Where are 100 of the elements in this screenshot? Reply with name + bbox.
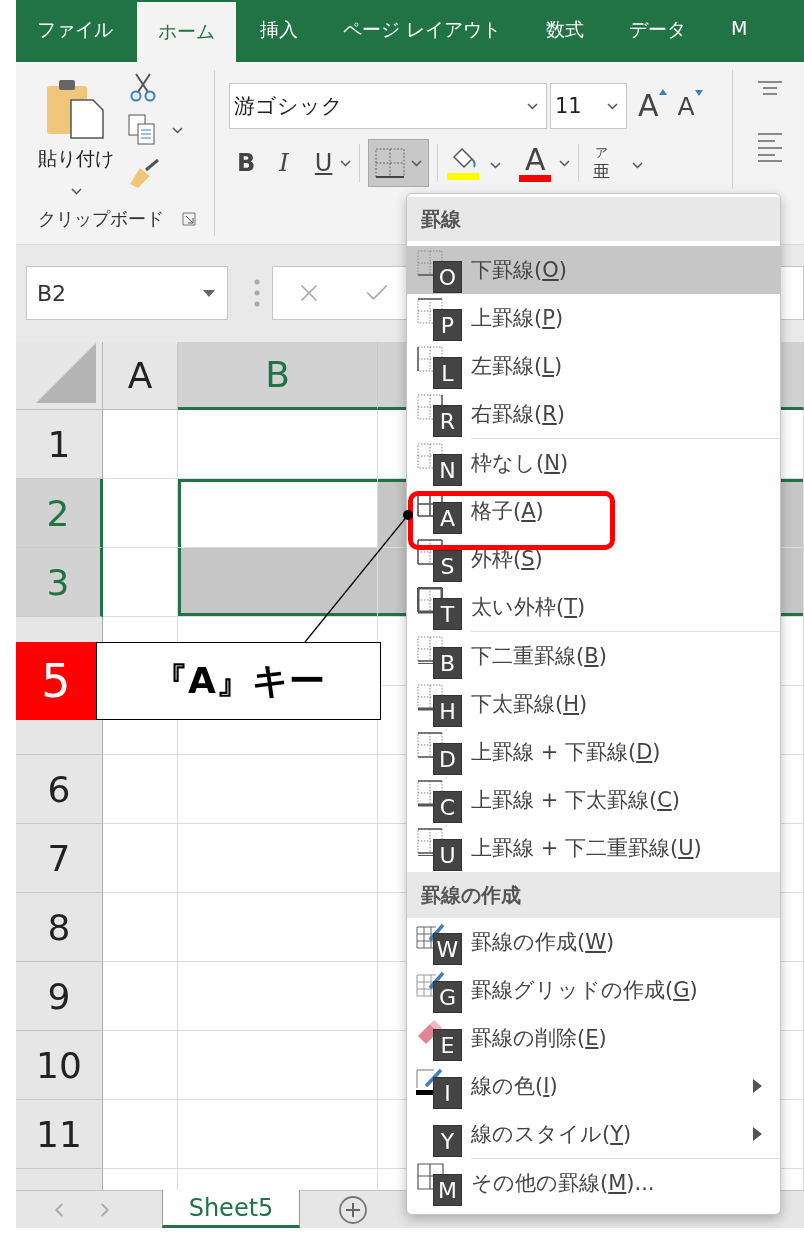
menu-item[interactable]: S 外枠(S) bbox=[407, 535, 780, 583]
menu-item[interactable]: N 枠なし(N) bbox=[407, 439, 780, 487]
menu-item[interactable]: E 罫線の削除(E) bbox=[407, 1014, 780, 1062]
grid-cell[interactable] bbox=[178, 755, 378, 824]
underline-button[interactable]: U bbox=[306, 151, 341, 175]
grid-cell[interactable] bbox=[103, 893, 178, 962]
font-color-button[interactable]: A bbox=[511, 144, 560, 182]
ribbon-tab[interactable]: データ bbox=[608, 0, 708, 62]
caret-icon[interactable] bbox=[70, 188, 82, 195]
keytip: I bbox=[433, 1077, 462, 1109]
grid-cell[interactable] bbox=[178, 893, 378, 962]
ribbon-tab[interactable]: ホーム bbox=[137, 2, 236, 62]
caret-icon[interactable] bbox=[490, 161, 502, 169]
ribbon-tab[interactable]: 数式 bbox=[525, 0, 606, 62]
menu-item[interactable]: C 上罫線 + 下太罫線(C) bbox=[407, 776, 780, 824]
ribbon-tab[interactable]: M bbox=[710, 0, 769, 62]
row-header[interactable]: 7 bbox=[16, 824, 103, 893]
keytip: D bbox=[433, 743, 462, 775]
name-box[interactable]: B2 bbox=[26, 266, 228, 320]
dialog-launcher-icon[interactable] bbox=[182, 212, 196, 226]
grid-cell[interactable] bbox=[178, 548, 378, 617]
row-header[interactable]: 1 bbox=[16, 410, 103, 479]
add-sheet-icon[interactable] bbox=[338, 1194, 368, 1225]
keytip: M bbox=[433, 1174, 462, 1206]
grid-cell[interactable] bbox=[103, 824, 178, 893]
caret-icon[interactable] bbox=[632, 161, 644, 169]
ribbon-tab[interactable]: ファイル bbox=[16, 0, 134, 62]
menu-item[interactable]: O 下罫線(O) bbox=[407, 246, 780, 294]
menu-item[interactable]: D 上罫線 + 下罫線(D) bbox=[407, 728, 780, 776]
grid-cell[interactable] bbox=[103, 548, 178, 617]
font-name-field[interactable]: 游ゴシック bbox=[229, 83, 547, 129]
phonetic-button[interactable]: ア 亜 bbox=[593, 145, 611, 181]
grid-cell[interactable] bbox=[103, 962, 178, 1031]
italic-button[interactable]: I bbox=[271, 151, 297, 175]
grid-cell[interactable] bbox=[103, 1100, 178, 1169]
menu-item[interactable]: I 線の色(I) bbox=[407, 1062, 780, 1110]
keytip: H bbox=[433, 695, 462, 727]
grid-cell[interactable] bbox=[178, 824, 378, 893]
caret-icon[interactable] bbox=[340, 159, 352, 167]
row-header[interactable]: 11 bbox=[16, 1100, 103, 1169]
menu-item[interactable]: T 太い外枠(T) bbox=[407, 583, 780, 631]
grid-cell[interactable] bbox=[103, 755, 178, 824]
caret-icon[interactable] bbox=[172, 126, 183, 134]
grid-cell[interactable] bbox=[103, 410, 178, 479]
align-left-icon[interactable] bbox=[757, 132, 783, 162]
keytip: E bbox=[433, 1029, 462, 1061]
ribbon-tab[interactable]: 挿入 bbox=[239, 0, 319, 62]
grid-cell[interactable] bbox=[103, 479, 178, 548]
bold-button[interactable]: B bbox=[229, 151, 264, 175]
brush-icon[interactable] bbox=[128, 158, 160, 188]
grid-cell[interactable] bbox=[178, 1100, 378, 1169]
ribbon-tab[interactable]: ページ レイアウト bbox=[322, 0, 523, 62]
menu-item[interactable]: A 格子(A) bbox=[407, 487, 780, 535]
drag-handle-icon[interactable] bbox=[254, 278, 260, 308]
font-size-field[interactable]: 11 bbox=[550, 83, 627, 129]
menu-item[interactable]: W 罫線の作成(W) bbox=[407, 918, 780, 966]
menu-item[interactable]: U 上罫線 + 下二重罫線(U) bbox=[407, 824, 780, 872]
menu-item[interactable]: Y 線のスタイル(Y) bbox=[407, 1110, 780, 1158]
menu-item[interactable]: H 下太罫線(H) bbox=[407, 680, 780, 728]
keytip: Y bbox=[433, 1125, 462, 1157]
step-number-tooltip: 5 bbox=[16, 642, 96, 720]
row-header[interactable]: 8 bbox=[16, 893, 103, 962]
border-icon bbox=[417, 346, 443, 374]
clipboard-icon[interactable] bbox=[45, 78, 107, 140]
menu-item[interactable]: M その他の罫線(M)... bbox=[407, 1159, 780, 1207]
row-header[interactable]: 6 bbox=[16, 755, 103, 824]
border-grid-icon bbox=[375, 148, 406, 178]
caret-icon[interactable] bbox=[527, 102, 538, 110]
menu-item[interactable]: L 左罫線(L) bbox=[407, 342, 780, 390]
menu-item[interactable]: B 下二重罫線(B) bbox=[407, 632, 780, 680]
borders-button[interactable] bbox=[368, 139, 430, 187]
menu-item[interactable]: R 右罫線(R) bbox=[407, 390, 780, 438]
grid-cell[interactable] bbox=[103, 1031, 178, 1100]
column-header[interactable]: A bbox=[103, 342, 178, 410]
grid-cell[interactable] bbox=[178, 410, 378, 479]
scissors-icon[interactable] bbox=[128, 72, 158, 102]
menu-item[interactable]: G 罫線グリッドの作成(G) bbox=[407, 966, 780, 1014]
row-header[interactable]: 10 bbox=[16, 1031, 103, 1100]
grow-font-button[interactable]: A bbox=[630, 91, 667, 121]
column-header[interactable]: B bbox=[178, 342, 378, 410]
menu-item[interactable]: P 上罫線(P) bbox=[407, 294, 780, 342]
dropdown-icon[interactable] bbox=[203, 289, 215, 297]
keytip: L bbox=[433, 357, 462, 389]
grid-cell[interactable] bbox=[178, 962, 378, 1031]
keytip: U bbox=[433, 839, 462, 871]
paste-label[interactable]: 貼り付け bbox=[38, 146, 114, 172]
row-header[interactable]: 9 bbox=[16, 962, 103, 1031]
shrink-font-button[interactable]: A bbox=[669, 93, 703, 119]
row-header[interactable]: 2 bbox=[16, 479, 103, 548]
caret-icon[interactable] bbox=[607, 102, 618, 110]
caret-icon[interactable] bbox=[411, 159, 423, 167]
grid-cell[interactable] bbox=[178, 1031, 378, 1100]
fill-color-button[interactable] bbox=[446, 146, 481, 180]
menu-section-title: 罫線の作成 bbox=[407, 872, 780, 918]
sheet-tab[interactable]: Sheet5 bbox=[162, 1190, 300, 1228]
grid-cell[interactable] bbox=[178, 479, 378, 548]
row-header[interactable]: 3 bbox=[16, 548, 103, 617]
caret-icon[interactable] bbox=[559, 159, 571, 167]
copy-icon[interactable] bbox=[128, 114, 156, 146]
align-top-icon[interactable] bbox=[757, 80, 783, 96]
